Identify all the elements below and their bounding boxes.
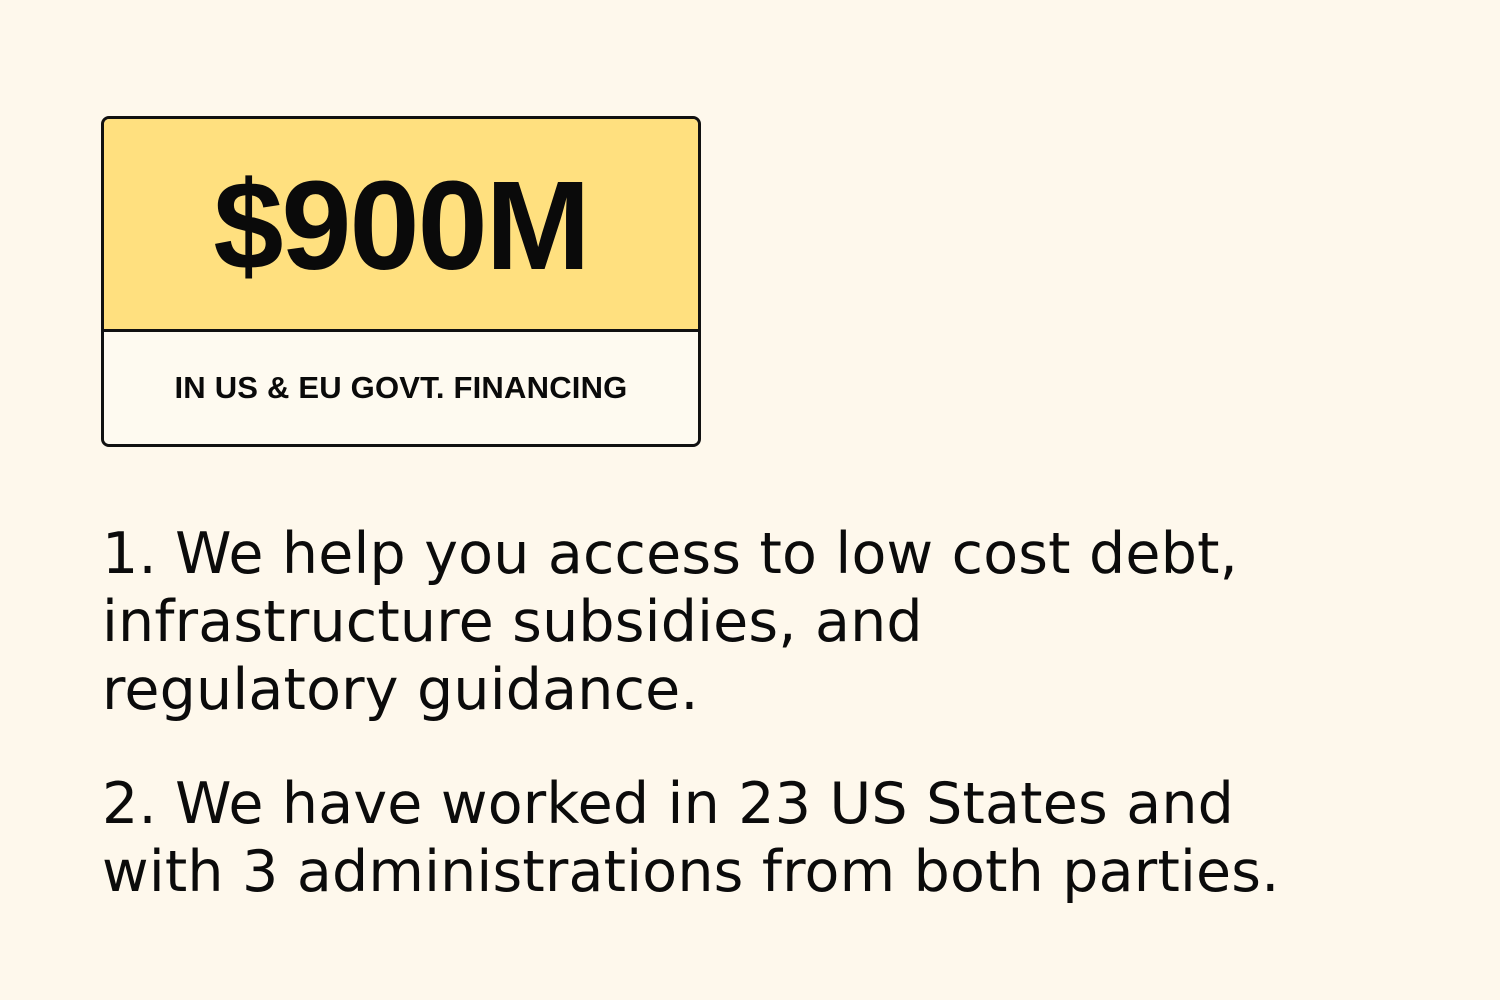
point-line: 1. We help you access to low cost debt, [102,521,1238,587]
point-item: 1. We help you access to low cost debt, … [102,520,1442,724]
point-line: regulatory guidance. [102,657,699,723]
stat-value: $900M [213,155,590,296]
stat-caption: IN US & EU GOVT. FINANCING [174,370,628,405]
points-list: 1. We help you access to low cost debt, … [102,520,1442,906]
point-line: 2. We have worked in 23 US States and [102,771,1235,837]
stat-highlight: $900M [104,119,698,332]
point-line: infrastructure subsidies, and [102,589,923,655]
point-item: 2. We have worked in 23 US States and wi… [102,770,1442,906]
stat-caption-box: IN US & EU GOVT. FINANCING [104,332,698,444]
stat-card: $900M IN US & EU GOVT. FINANCING [101,116,701,447]
point-line: with 3 administrations from both parties… [102,839,1280,905]
